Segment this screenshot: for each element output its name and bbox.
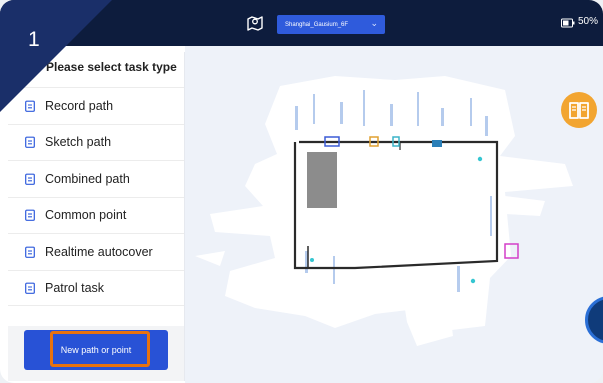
task-item-patrol-task[interactable]: Patrol task [8,269,184,306]
task-icon [25,173,35,185]
task-item-combined-path[interactable]: Combined path [8,160,184,197]
step-number: 1 [28,28,40,51]
task-item-common-point[interactable]: Common point [8,196,184,234]
map-name: Shanghai_Gausium_6F [285,21,349,28]
map-canvas[interactable] [185,46,603,383]
task-label: Patrol task [45,280,105,295]
book-icon[interactable] [561,92,597,128]
task-icon [25,246,35,258]
floor-map [185,46,603,383]
task-type-list: Record path Sketch path Combined path Co… [8,87,184,306]
battery-icon [561,18,575,28]
battery-level: 50% [578,16,599,27]
task-icon [25,209,35,222]
task-label: Realtime autocover [45,244,153,259]
app-frame: Shanghai_Gausium_6F ⌄ 50% Please select … [0,0,603,383]
map-pin-icon[interactable] [245,13,265,33]
callout-highlight-box [50,331,150,367]
task-label: Sketch path [45,135,112,150]
task-label: Combined path [45,171,130,186]
book-glyph [569,102,589,119]
chevron-down-icon: ⌄ [370,18,378,28]
task-item-realtime-autocover[interactable]: Realtime autocover [8,233,184,270]
task-icon [25,282,35,294]
task-item-sketch-path[interactable]: Sketch path [8,123,184,161]
map-selector-dropdown[interactable]: Shanghai_Gausium_6F ⌄ [277,15,385,34]
step-badge [0,0,112,112]
task-icon [25,136,35,149]
task-label: Common point [45,208,127,223]
